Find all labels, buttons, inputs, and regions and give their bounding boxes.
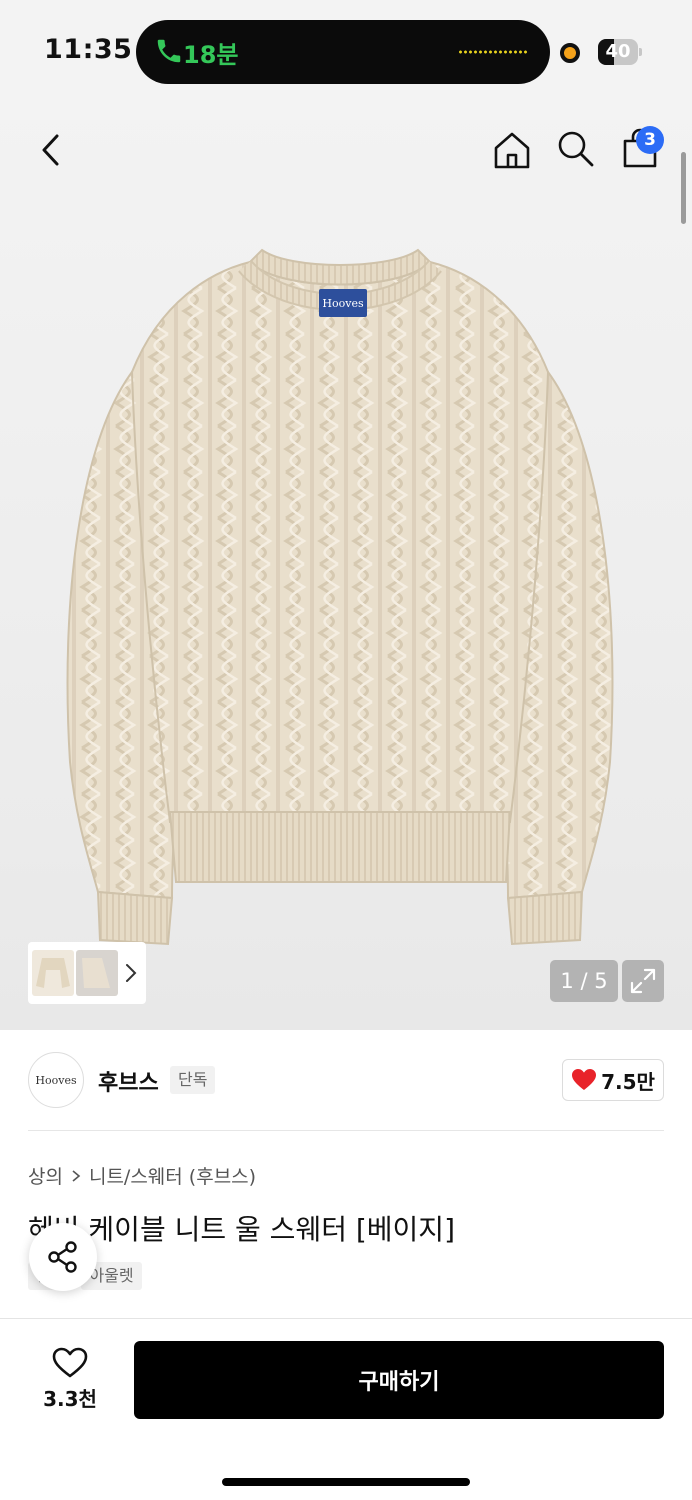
search-icon bbox=[558, 131, 594, 167]
product-image-gallery[interactable]: 3 Hooves 1 / 5 bbox=[0, 100, 692, 1030]
expand-icon bbox=[630, 968, 656, 994]
dynamic-island[interactable]: 18분 bbox=[136, 20, 550, 84]
chevron-right-icon bbox=[126, 964, 137, 982]
exclusive-badge: 단독 bbox=[170, 1066, 216, 1094]
back-button[interactable] bbox=[28, 128, 72, 172]
heart-outline-icon bbox=[52, 1347, 88, 1378]
wishlist-button[interactable]: 3.3천 bbox=[30, 1347, 110, 1417]
heart-filled-icon bbox=[572, 1069, 597, 1090]
back-chevron-icon bbox=[42, 134, 59, 166]
thumbnail-strip[interactable] bbox=[28, 942, 146, 1004]
buy-button[interactable]: 구매하기 bbox=[134, 1341, 664, 1419]
scrollbar[interactable] bbox=[681, 152, 686, 224]
search-button[interactable] bbox=[553, 126, 597, 170]
purchase-bar: 3.3천 구매하기 bbox=[0, 1318, 692, 1500]
audio-waveform-icon bbox=[458, 50, 528, 54]
fullscreen-button[interactable] bbox=[622, 960, 664, 1002]
battery-level: 40 bbox=[605, 41, 631, 62]
brand-name-link[interactable]: 후브스 bbox=[98, 1065, 159, 1097]
battery-icon: 40 bbox=[598, 39, 642, 65]
phone-call-icon bbox=[157, 39, 181, 63]
call-duration: 18분 bbox=[183, 41, 239, 69]
home-indicator[interactable] bbox=[222, 1478, 470, 1486]
thumbnail-2[interactable] bbox=[76, 950, 118, 996]
wishlist-count: 3.3천 bbox=[43, 1387, 97, 1411]
status-time: 11:35 bbox=[44, 34, 133, 65]
breadcrumb: 상의 니트/스웨터 (후브스) bbox=[28, 1162, 256, 1189]
home-icon bbox=[494, 132, 530, 169]
thumbnail-1[interactable] bbox=[32, 950, 74, 996]
brand-like-count: 7.5만 bbox=[601, 1069, 655, 1094]
divider bbox=[28, 1130, 664, 1131]
sweater-brand-label: Hooves bbox=[322, 297, 364, 310]
brand-like-button[interactable]: 7.5만 bbox=[562, 1059, 664, 1101]
share-icon bbox=[48, 1241, 77, 1273]
share-button[interactable] bbox=[29, 1223, 97, 1291]
recording-indicator-icon bbox=[560, 43, 580, 63]
breadcrumb-subcategory[interactable]: 니트/스웨터 (후브스) bbox=[89, 1162, 256, 1189]
home-button[interactable] bbox=[490, 128, 534, 172]
brand-logo[interactable]: Hooves bbox=[28, 1052, 84, 1108]
status-bar: 11:35 18분 40 bbox=[0, 0, 692, 100]
cart-count-badge: 3 bbox=[636, 126, 664, 154]
breadcrumb-category[interactable]: 상의 bbox=[28, 1162, 63, 1189]
brand-logo-text: Hooves bbox=[35, 1073, 77, 1087]
sweater-product-image: Hooves bbox=[66, 248, 614, 946]
chevron-right-icon bbox=[72, 1169, 81, 1182]
image-pager: 1 / 5 bbox=[550, 960, 618, 1002]
